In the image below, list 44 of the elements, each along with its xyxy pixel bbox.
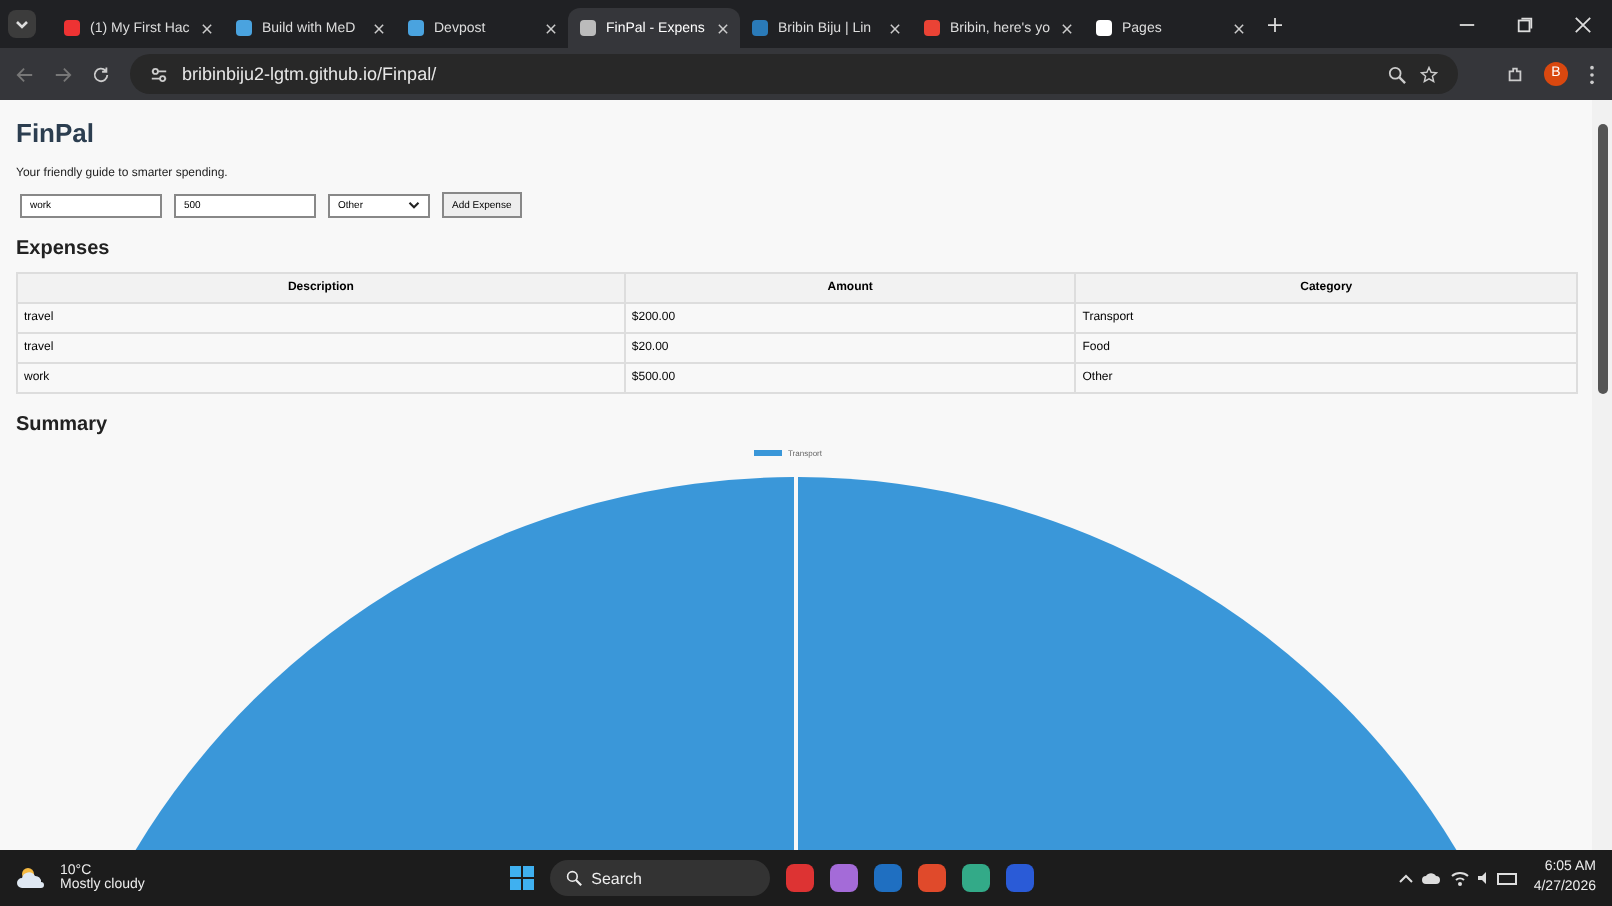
star-icon[interactable] [1420, 65, 1438, 83]
close-icon[interactable] [718, 23, 728, 33]
extensions-icon[interactable] [1506, 65, 1524, 83]
restore-icon[interactable] [1516, 15, 1534, 33]
weather-icon[interactable] [16, 866, 48, 890]
scrollbar-thumb[interactable] [1597, 124, 1607, 394]
close-icon[interactable] [202, 23, 212, 33]
section-heading: Summary [16, 414, 110, 436]
address-bar[interactable]: bribinbiju2-lgtm.github.io/Finpal/ [130, 54, 1458, 94]
zoom-icon[interactable] [1388, 65, 1406, 83]
favicon-icon [924, 20, 940, 36]
search-icon [565, 870, 582, 886]
caret-icon [408, 200, 420, 210]
app-title: FinPal [16, 118, 97, 148]
site-settings-icon[interactable] [150, 65, 168, 83]
app-icon[interactable] [829, 864, 858, 892]
favicon-icon [64, 20, 80, 36]
app-icon[interactable] [1005, 864, 1034, 892]
system-tray-icons[interactable] [1397, 868, 1518, 888]
app-icon[interactable] [785, 864, 814, 892]
favicon-icon [408, 20, 424, 36]
close-icon[interactable] [1234, 23, 1244, 33]
favicon-icon [752, 20, 768, 36]
forward-icon[interactable] [54, 65, 72, 83]
favicon-icon [236, 20, 252, 36]
close-icon[interactable] [1062, 23, 1072, 33]
favicon-icon [580, 20, 596, 36]
section-heading: Expenses [16, 238, 112, 260]
close-icon[interactable] [890, 23, 900, 33]
tab-search-icon[interactable] [8, 10, 36, 38]
legend-swatch [754, 450, 783, 456]
reload-icon[interactable] [92, 65, 110, 83]
app-icon[interactable] [873, 864, 902, 892]
taskbar-search[interactable]: Search [549, 860, 770, 896]
app-icon[interactable] [961, 864, 990, 892]
start-icon[interactable] [509, 866, 534, 890]
close-icon[interactable] [546, 23, 556, 33]
close-icon[interactable] [374, 23, 384, 33]
favicon-icon [1096, 20, 1112, 36]
app-icon[interactable] [917, 864, 946, 892]
close-icon[interactable] [1574, 15, 1592, 33]
new-tab-icon[interactable] [1268, 17, 1282, 31]
menu-icon[interactable] [1588, 63, 1596, 85]
back-icon[interactable] [16, 65, 34, 83]
